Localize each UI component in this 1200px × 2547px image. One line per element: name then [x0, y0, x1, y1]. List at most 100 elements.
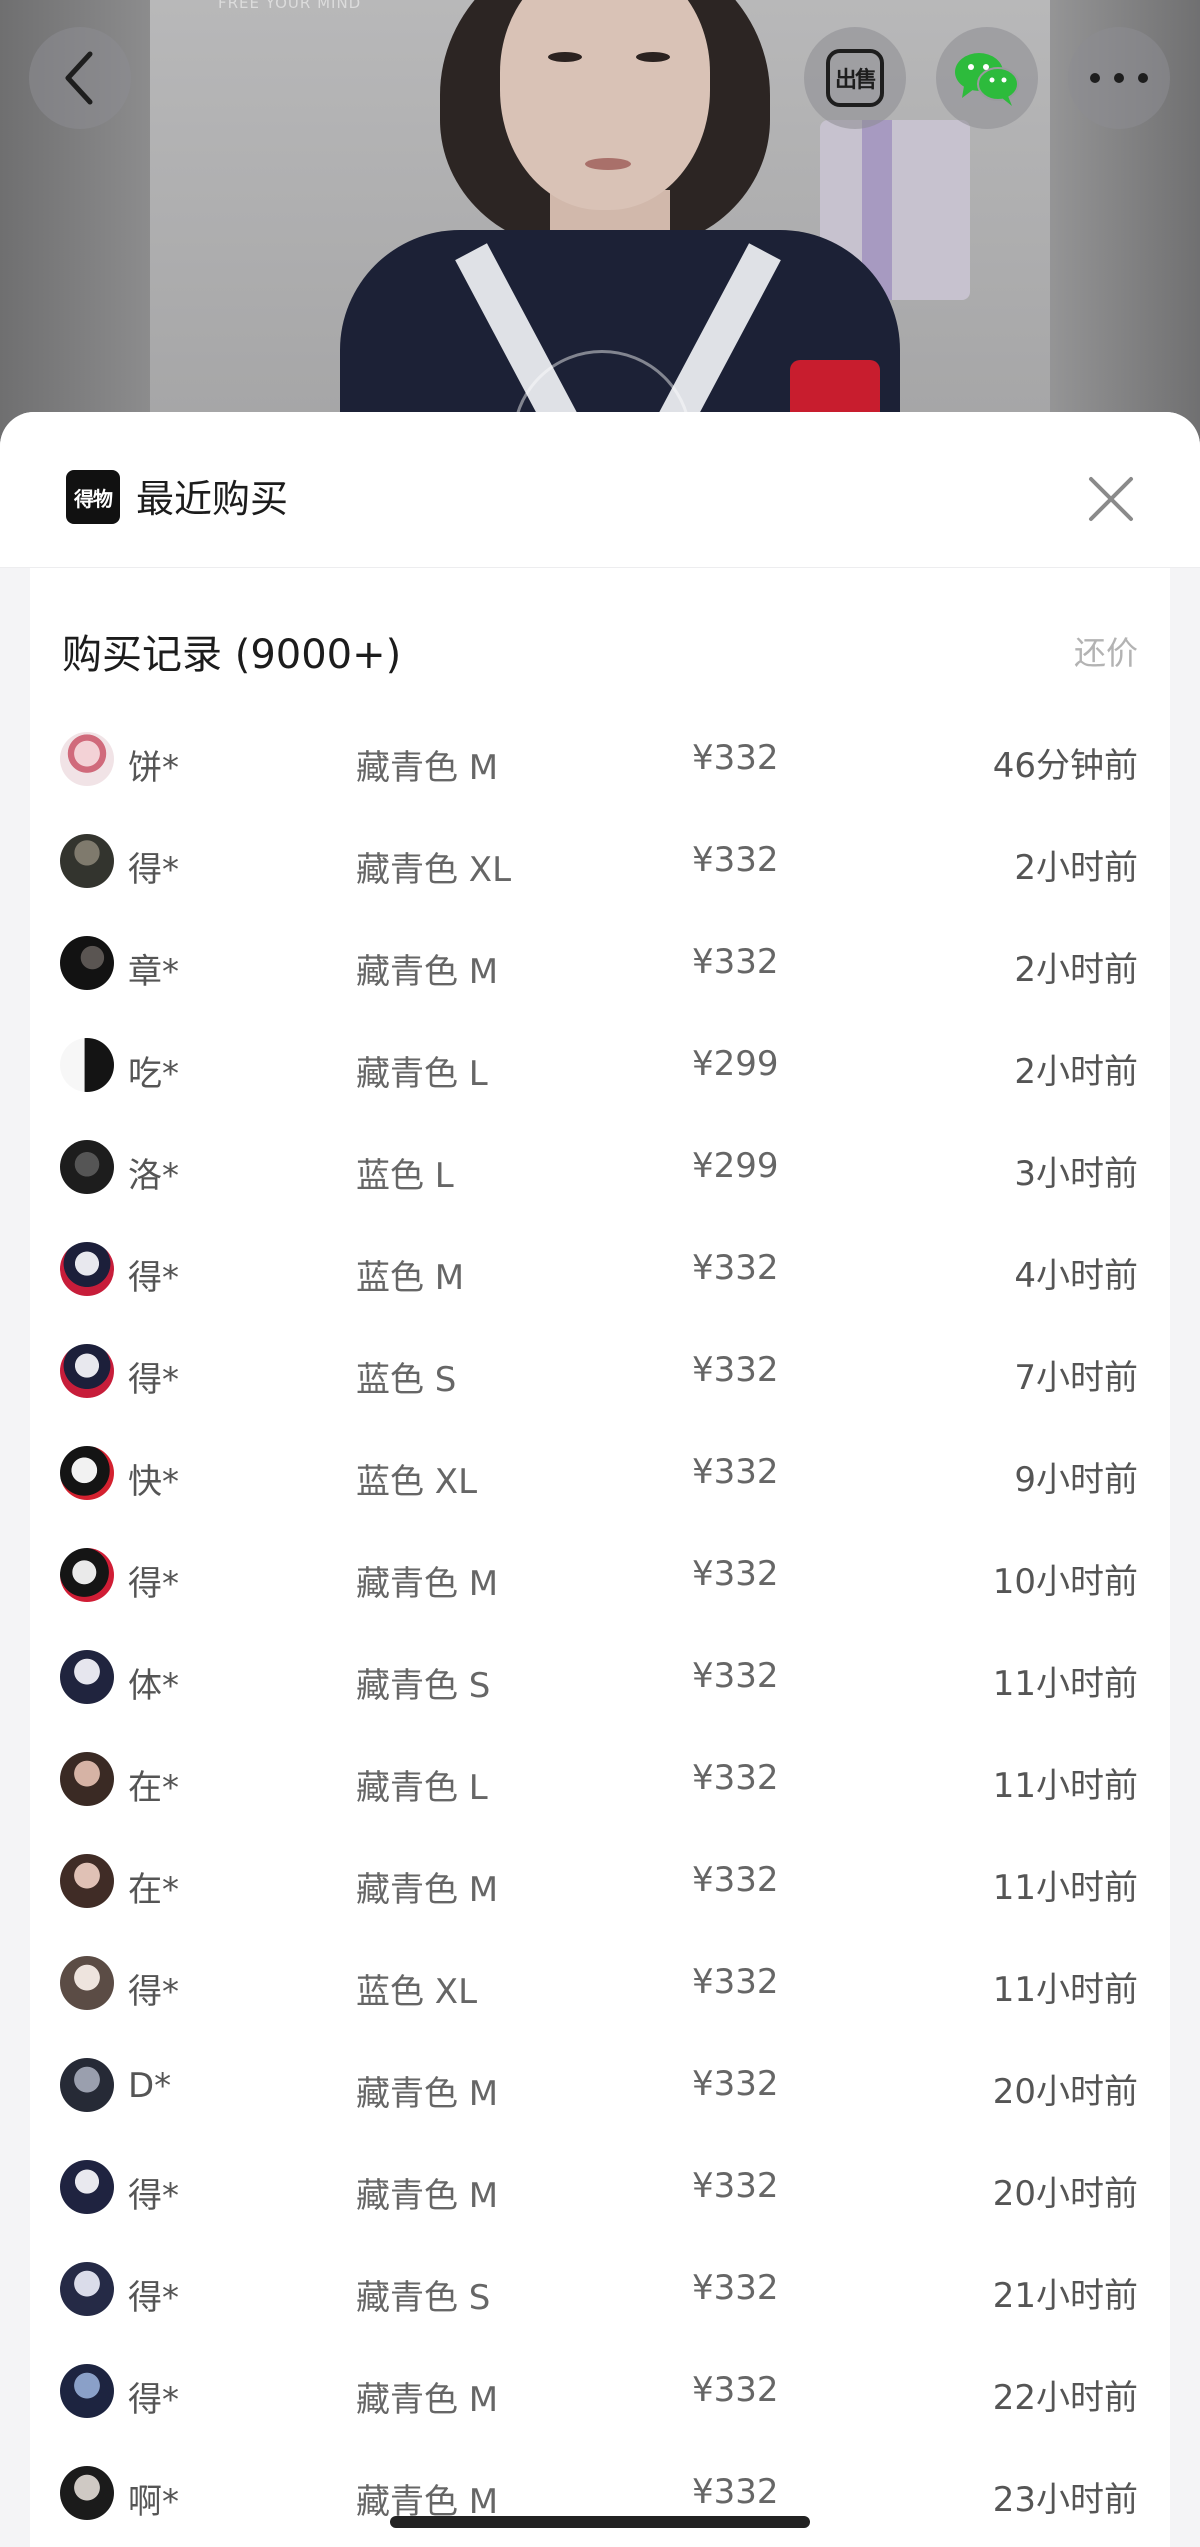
back-button[interactable]: [29, 27, 131, 129]
purchase-time: 11小时前: [992, 1868, 1138, 1908]
purchase-record-row: 在* 藏青色 M ¥332 11小时前: [30, 1830, 1170, 1932]
buyer-name: 在*: [128, 1768, 179, 1808]
avatar: [60, 2160, 114, 2214]
purchase-record-row: 饼* 藏青色 M ¥332 46分钟前: [30, 708, 1170, 810]
avatar: [60, 1956, 114, 2010]
purchase-record-row: 得* 藏青色 XL ¥332 2小时前: [30, 810, 1170, 912]
avatar: [60, 1650, 114, 1704]
purchase-time: 22小时前: [992, 2378, 1138, 2418]
buyer-name: 体*: [128, 1666, 179, 1706]
purchase-price: ¥332: [692, 1758, 779, 1798]
wechat-share-button[interactable]: [936, 27, 1038, 129]
avatar: [60, 1548, 114, 1602]
avatar: [60, 1038, 114, 1092]
avatar: [60, 1344, 114, 1398]
purchase-price: ¥332: [692, 1656, 779, 1696]
purchase-price: ¥299: [692, 1044, 779, 1084]
avatar: [60, 936, 114, 990]
purchase-price: ¥332: [692, 2370, 779, 2410]
purchase-spec: 藏青色 M: [356, 2176, 499, 2216]
purchase-time: 9小时前: [1014, 1460, 1138, 1500]
hero-brand-text: FREE YOUR MIND: [218, 0, 362, 12]
purchase-record-row: 得* 藏青色 M ¥332 10小时前: [30, 1524, 1170, 1626]
purchase-time: 3小时前: [1014, 1154, 1138, 1194]
buyer-name: 得*: [128, 2176, 179, 2216]
purchase-record-row: 快* 蓝色 XL ¥332 9小时前: [30, 1422, 1170, 1524]
purchase-spec: 蓝色 L: [356, 1156, 454, 1196]
avatar: [60, 1242, 114, 1296]
purchase-time: 2小时前: [1014, 1052, 1138, 1092]
avatar: [60, 1140, 114, 1194]
purchase-records-card: 购买记录 (9000+) 还价 饼* 藏青色 M ¥332 46分钟前 得* 藏青色 XL…: [30, 568, 1170, 2547]
close-icon[interactable]: [1088, 476, 1134, 522]
buyer-name: 快*: [128, 1462, 179, 1502]
purchase-record-row: 得* 蓝色 XL ¥332 11小时前: [30, 1932, 1170, 2034]
purchase-time: 10小时前: [992, 1562, 1138, 1602]
purchase-spec: 藏青色 M: [356, 2074, 499, 2114]
sell-button[interactable]: 出售: [804, 27, 906, 129]
purchase-spec: 藏青色 M: [356, 952, 499, 992]
buyer-name: D*: [128, 2066, 172, 2106]
purchase-spec: 藏青色 S: [356, 2278, 491, 2318]
sell-label: 出售: [834, 68, 877, 93]
purchase-time: 46分钟前: [992, 746, 1138, 786]
purchase-spec: 藏青色 L: [356, 1768, 488, 1808]
buyer-name: 章*: [128, 952, 179, 992]
buyer-name: 洛*: [128, 1156, 179, 1196]
purchase-record-row: 啊* 藏青色 M ¥332 23小时前: [30, 2442, 1170, 2544]
purchase-time: 11小时前: [992, 1970, 1138, 2010]
purchase-spec: 藏青色 M: [356, 2380, 499, 2420]
purchase-time: 11小时前: [992, 1766, 1138, 1806]
purchase-price: ¥332: [692, 1452, 779, 1492]
purchase-spec: 藏青色 M: [356, 748, 499, 788]
buyer-name: 得*: [128, 1972, 179, 2012]
purchase-record-row: 章* 藏青色 M ¥332 2小时前: [30, 912, 1170, 1014]
sell-icon: 出售: [826, 49, 884, 107]
purchase-time: 21小时前: [992, 2276, 1138, 2316]
purchase-price: ¥299: [692, 1146, 779, 1186]
bargain-link[interactable]: 还价: [1074, 628, 1138, 674]
buyer-name: 得*: [128, 1258, 179, 1298]
avatar: [60, 834, 114, 888]
avatar: [60, 2058, 114, 2112]
purchase-record-row: 体* 藏青色 S ¥332 11小时前: [30, 1626, 1170, 1728]
avatar: [60, 1446, 114, 1500]
wechat-icon: [955, 53, 1019, 106]
recent-purchases-sheet: 得物 最近购买 购买记录 (9000+) 还价 饼* 藏青色 M ¥332 46分钟前…: [0, 412, 1200, 2547]
purchase-price: ¥332: [692, 1860, 779, 1900]
purchase-record-row: 得* 藏青色 S ¥332 21小时前: [30, 2238, 1170, 2340]
buyer-name: 得*: [128, 2278, 179, 2318]
buyer-name: 得*: [128, 1564, 179, 1604]
purchase-price: ¥332: [692, 840, 779, 880]
purchase-spec: 藏青色 XL: [356, 850, 512, 890]
purchase-time: 2小时前: [1014, 950, 1138, 990]
avatar: [60, 1854, 114, 1908]
purchase-spec: 藏青色 S: [356, 1666, 491, 1706]
avatar: [60, 2364, 114, 2418]
buyer-name: 啊*: [128, 2482, 179, 2522]
buyer-name: 吃*: [128, 1054, 179, 1094]
sheet-header: 得物 最近购买: [0, 412, 1200, 568]
purchase-time: 7小时前: [1014, 1358, 1138, 1398]
purchase-price: ¥332: [692, 1350, 779, 1390]
purchase-spec: 蓝色 S: [356, 1360, 457, 1400]
buyer-name: 在*: [128, 1870, 179, 1910]
purchase-record-row: 洛* 蓝色 L ¥299 3小时前: [30, 1116, 1170, 1218]
purchase-price: ¥332: [692, 2472, 779, 2512]
buyer-name: 饼*: [128, 748, 179, 788]
purchase-time: 20小时前: [992, 2072, 1138, 2112]
purchase-record-row: 得* 蓝色 M ¥332 4小时前: [30, 1218, 1170, 1320]
home-indicator: [390, 2516, 810, 2528]
purchase-price: ¥332: [692, 2166, 779, 2206]
app-logo: 得物: [66, 470, 120, 524]
purchase-spec: 藏青色 M: [356, 1870, 499, 1910]
buyer-name: 得*: [128, 850, 179, 890]
more-button[interactable]: [1068, 27, 1170, 129]
purchase-record-row: 得* 藏青色 M ¥332 20小时前: [30, 2136, 1170, 2238]
purchase-price: ¥332: [692, 2268, 779, 2308]
buyer-name: 得*: [128, 2380, 179, 2420]
purchase-record-row: 在* 藏青色 L ¥332 11小时前: [30, 1728, 1170, 1830]
buyer-name: 得*: [128, 1360, 179, 1400]
purchase-price: ¥332: [692, 1248, 779, 1288]
chevron-left-icon: [65, 51, 93, 105]
